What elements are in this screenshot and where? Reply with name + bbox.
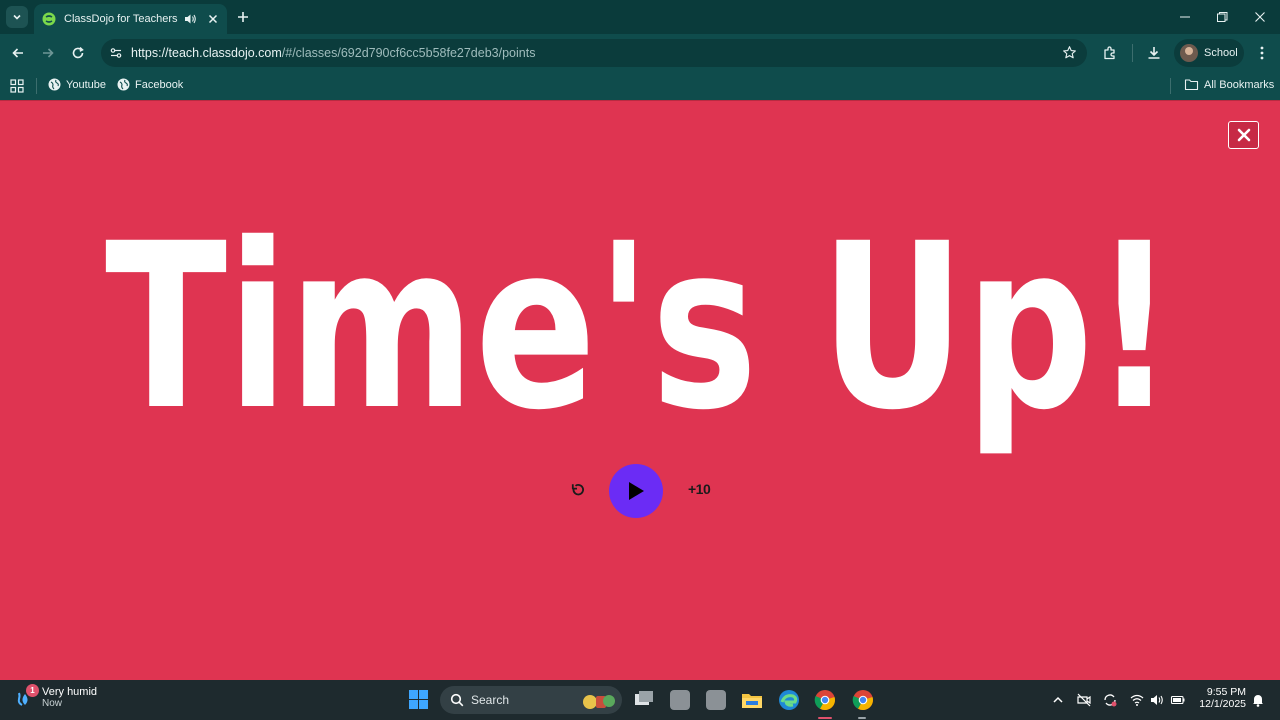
system-clock[interactable]: 9:55 PM 12/1/2025: [1196, 686, 1246, 710]
notification-bell-icon[interactable]: [1250, 692, 1266, 708]
globe-icon: [117, 78, 130, 91]
browser-toolbar: https://teach.classdojo.com/#/classes/69…: [0, 34, 1280, 72]
windows-taskbar: 1 Very humid Now Search 9:55 PM 12/1/202…: [0, 680, 1280, 720]
windows-start-icon[interactable]: [408, 689, 429, 710]
search-label: Search: [471, 693, 510, 707]
close-window-icon[interactable]: [1253, 10, 1267, 24]
url-text: https://teach.classdojo.com/#/classes/69…: [131, 46, 535, 60]
back-arrow-icon[interactable]: [10, 45, 26, 61]
speaker-icon[interactable]: [183, 12, 197, 26]
chrome-icon[interactable]: [813, 688, 837, 712]
extensions-icon[interactable]: [1102, 45, 1118, 61]
wifi-icon[interactable]: [1129, 692, 1145, 708]
address-bar[interactable]: https://teach.classdojo.com/#/classes/69…: [101, 39, 1087, 67]
active-tab[interactable]: ClassDojo for Teachers: [34, 4, 227, 34]
bookmarks-divider: [36, 78, 37, 94]
search-highlight-icon: [583, 695, 615, 709]
bookmarks-divider: [1170, 78, 1171, 94]
search-icon: [450, 693, 464, 707]
weather-condition: Very humid: [42, 686, 98, 698]
clock-time: 9:55 PM: [1206, 686, 1246, 698]
chevron-down-icon: [13, 14, 21, 20]
volume-icon[interactable]: [1149, 692, 1165, 708]
apps-grid-icon[interactable]: [10, 79, 24, 93]
all-bookmarks-label: All Bookmarks: [1204, 78, 1275, 91]
all-bookmarks-button[interactable]: All Bookmarks: [1184, 78, 1274, 91]
app-icon[interactable]: [668, 688, 692, 712]
running-app-indicator: [858, 717, 866, 719]
restore-icon[interactable]: [1215, 10, 1229, 24]
file-explorer-icon[interactable]: [740, 688, 764, 712]
play-icon: [629, 482, 644, 500]
bookmark-label: Facebook: [135, 78, 184, 91]
bookmark-facebook[interactable]: Facebook: [117, 78, 183, 91]
close-tab-icon[interactable]: [207, 13, 219, 25]
download-icon[interactable]: [1146, 45, 1162, 61]
play-button[interactable]: [609, 464, 663, 518]
bookmarks-bar: Youtube Facebook All Bookmarks: [0, 72, 1280, 100]
timer-overlay: Time's Up! +10: [0, 100, 1280, 680]
chevron-up-icon[interactable]: [1050, 692, 1066, 708]
reload-icon[interactable]: [70, 45, 86, 61]
battery-icon[interactable]: [1170, 692, 1186, 708]
menu-dots-icon[interactable]: [1254, 45, 1270, 61]
timer-controls: +10: [0, 463, 1280, 519]
taskbar-search[interactable]: Search: [440, 686, 622, 714]
close-timer-button[interactable]: [1228, 121, 1259, 149]
times-up-headline: Time's Up!: [105, 201, 1175, 460]
clock-date: 12/1/2025: [1199, 698, 1246, 710]
profile-button[interactable]: School: [1174, 39, 1244, 67]
tab-strip: ClassDojo for Teachers: [0, 0, 1280, 34]
url-path: /#/classes/692d790cf6cc5b58fe27deb3/poin…: [281, 46, 536, 60]
edge-icon[interactable]: [777, 688, 801, 712]
add-ten-button[interactable]: +10: [688, 481, 711, 497]
close-icon: [1237, 128, 1250, 142]
minimize-icon[interactable]: [1178, 10, 1192, 24]
bookmark-youtube[interactable]: Youtube: [48, 78, 106, 91]
app-icon[interactable]: [704, 688, 728, 712]
humidity-icon: 1: [14, 683, 39, 709]
camera-off-icon[interactable]: [1076, 692, 1092, 708]
folder-icon: [1184, 79, 1199, 91]
profile-label: School: [1204, 47, 1238, 59]
url-domain: https://teach.classdojo.com: [131, 46, 282, 60]
site-settings-icon[interactable]: [109, 46, 123, 60]
avatar: [1180, 44, 1198, 62]
forward-arrow-icon[interactable]: [40, 45, 56, 61]
task-view-icon[interactable]: [632, 688, 656, 712]
globe-icon: [48, 78, 61, 91]
toolbar-divider: [1132, 44, 1133, 62]
chrome-icon[interactable]: [851, 688, 875, 712]
new-tab-icon[interactable]: [236, 10, 250, 24]
reset-icon[interactable]: [569, 481, 587, 499]
tab-title: ClassDojo for Teachers: [64, 13, 178, 25]
weather-time: Now: [42, 698, 63, 709]
classdojo-favicon-icon: [42, 12, 56, 26]
weather-widget[interactable]: 1 Very humid Now: [14, 683, 98, 709]
bookmark-label: Youtube: [66, 78, 106, 91]
times-up-text: Time's Up!: [105, 201, 1175, 460]
tab-search-button[interactable]: [6, 6, 28, 28]
notification-badge: 1: [26, 683, 39, 697]
sync-icon[interactable]: [1102, 692, 1118, 708]
active-app-indicator: [818, 717, 832, 719]
bookmark-star-icon[interactable]: [1062, 45, 1077, 60]
